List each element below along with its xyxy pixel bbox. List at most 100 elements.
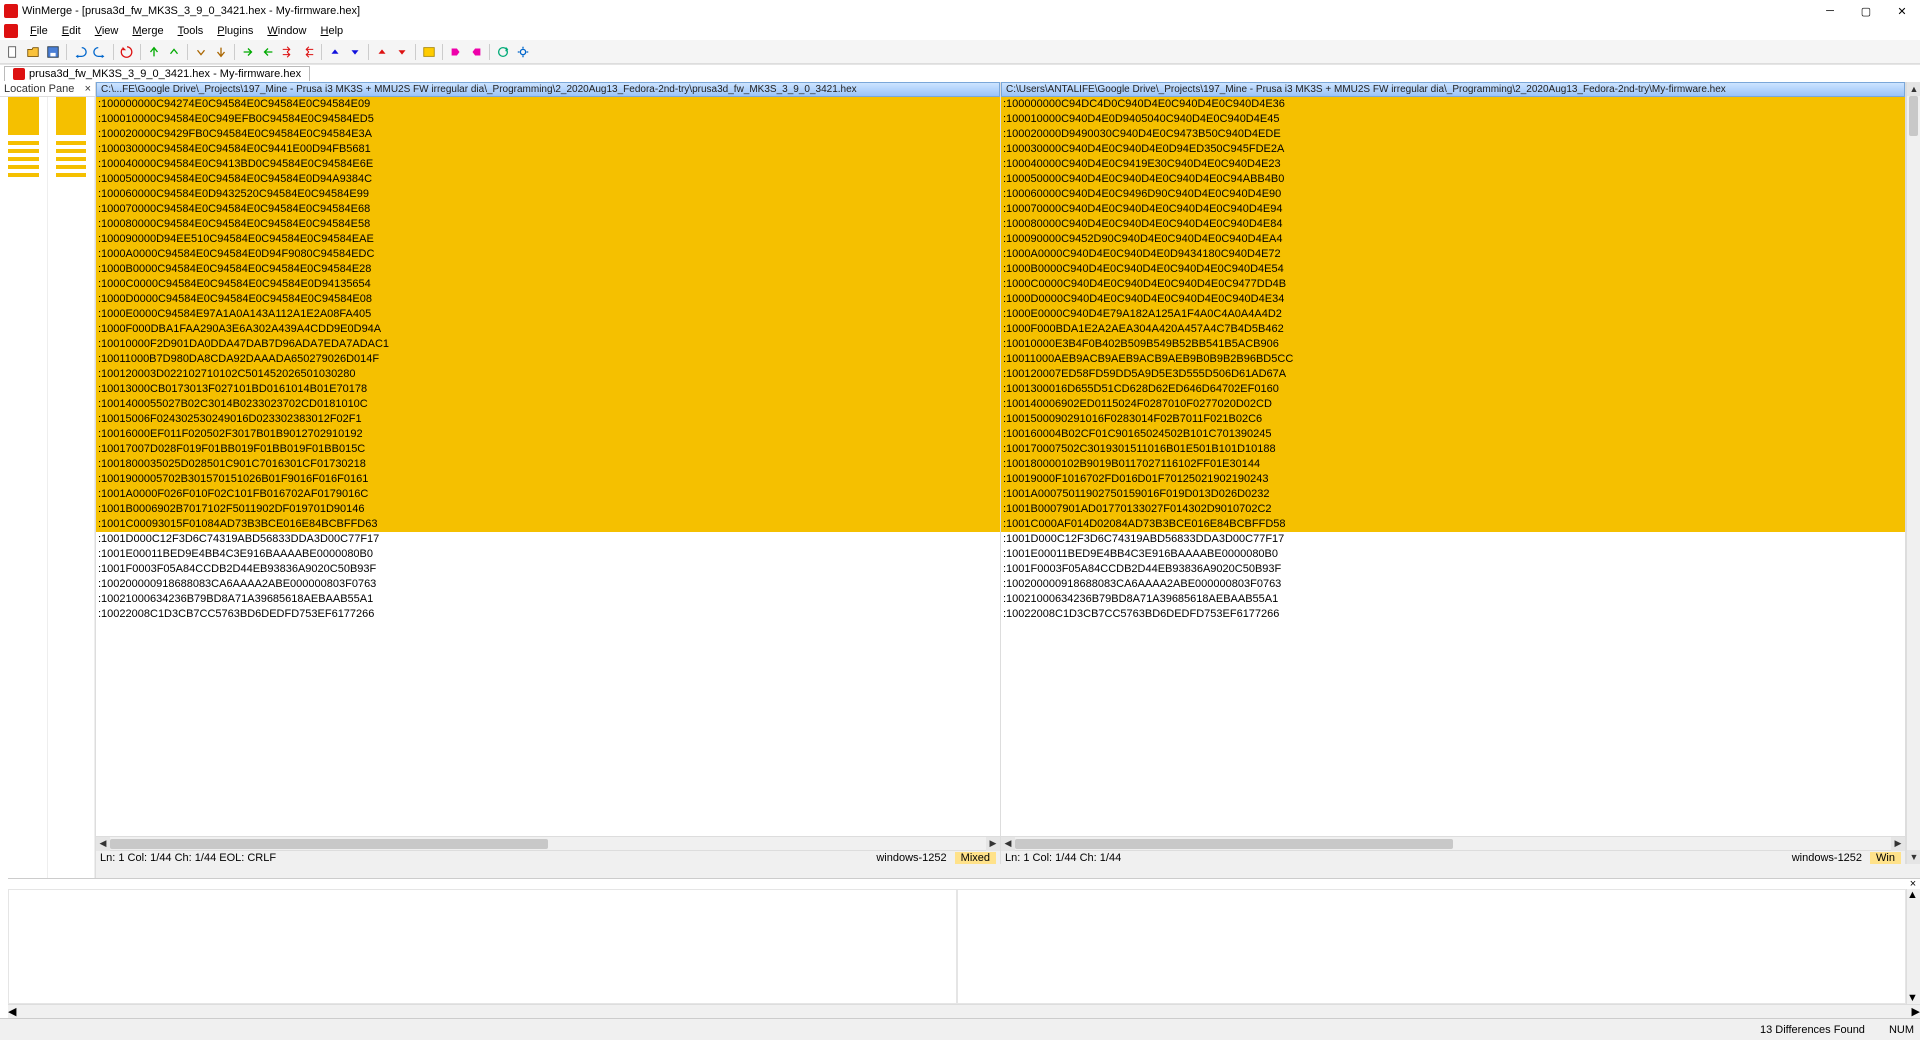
doc-system-icon[interactable] bbox=[4, 24, 18, 38]
code-line[interactable]: :1001A00075011902750159016F019D013D026D0… bbox=[1001, 487, 1905, 502]
code-line[interactable]: :100060000C940D4E0C9496D90C940D4E0C940D4… bbox=[1001, 187, 1905, 202]
code-line[interactable]: :1001A0000F026F010F02C101FB016702AF01790… bbox=[96, 487, 1000, 502]
vertical-scrollbar[interactable]: ▲ ▼ bbox=[1906, 82, 1920, 864]
diff-next-icon[interactable] bbox=[192, 43, 210, 61]
code-line[interactable]: :1000D0000C94584E0C94584E0C94584E0C94584… bbox=[96, 292, 1000, 307]
menu-edit[interactable]: Edit bbox=[56, 25, 87, 37]
copy-right-icon[interactable] bbox=[239, 43, 257, 61]
code-line[interactable]: :1000E0000C94584E97A1A0A143A112A1E2A08FA… bbox=[96, 307, 1000, 322]
next-conflict-icon[interactable] bbox=[346, 43, 364, 61]
code-line[interactable]: :1001F0003F05A84CCDB2D44EB93836A9020C50B… bbox=[1001, 562, 1905, 577]
maximize-button[interactable]: ▢ bbox=[1848, 0, 1884, 22]
scroll-left-icon[interactable]: ◀ bbox=[96, 837, 110, 851]
menu-help[interactable]: Help bbox=[315, 25, 350, 37]
code-line[interactable]: :1000F000DBA1FAA290A3E6A302A439A4CDD9E0D… bbox=[96, 322, 1000, 337]
code-line[interactable]: :1001C00093015F01084AD73B3BCE016E84BCBFF… bbox=[96, 517, 1000, 532]
menu-window[interactable]: Window bbox=[261, 25, 312, 37]
code-line[interactable]: :10010000E3B4F0B402B509B549B52BB541B5ACB… bbox=[1001, 337, 1905, 352]
menu-view[interactable]: View bbox=[89, 25, 125, 37]
code-line[interactable]: :10017007D028F019F01BB019F01BB019F01BB01… bbox=[96, 442, 1000, 457]
code-line[interactable]: :1001B0007901AD01770133027F014302D901070… bbox=[1001, 502, 1905, 517]
code-line[interactable]: :100160004B02CF01C90165024502B101C701390… bbox=[1001, 427, 1905, 442]
code-line[interactable]: :1000F000BDA1E2A2AEA304A420A457A4C7B4D5B… bbox=[1001, 322, 1905, 337]
diff-hscroll[interactable]: ◀ ▶ bbox=[8, 1004, 1920, 1018]
code-line[interactable]: :10022008C1D3CB7CC5763BD6DEDFD753EF61772… bbox=[96, 607, 1000, 622]
code-line[interactable]: :1000C0000C94584E0C94584E0C94584E0D94135… bbox=[96, 277, 1000, 292]
left-editor[interactable]: :100000000C94274E0C94584E0C94584E0C94584… bbox=[96, 97, 1000, 836]
merge-left-icon[interactable] bbox=[467, 43, 485, 61]
merge-right-icon[interactable] bbox=[447, 43, 465, 61]
code-line[interactable]: :100180000102B9019B0117027116102FF01E301… bbox=[1001, 457, 1905, 472]
scroll-right-icon[interactable]: ▶ bbox=[1891, 837, 1905, 851]
marker-prev-icon[interactable] bbox=[373, 43, 391, 61]
code-line[interactable]: :100080000C940D4E0C940D4E0C940D4E0C940D4… bbox=[1001, 217, 1905, 232]
settings-icon[interactable] bbox=[514, 43, 532, 61]
code-line[interactable]: :1000B0000C940D4E0C940D4E0C940D4E0C940D4… bbox=[1001, 262, 1905, 277]
code-line[interactable]: :1001800035025D028501C901C7016301CF01730… bbox=[96, 457, 1000, 472]
code-line[interactable]: :100200000918688083CA6AAAA2ABE000000803F… bbox=[96, 577, 1000, 592]
code-line[interactable]: :10011000AEB9ACB9AEB9ACB9AEB9B0B9B2B96BD… bbox=[1001, 352, 1905, 367]
code-line[interactable]: :10015006F024302530249016D023302383012F0… bbox=[96, 412, 1000, 427]
code-line[interactable]: :100040000C940D4E0C9419E30C940D4E0C940D4… bbox=[1001, 157, 1905, 172]
code-line[interactable]: :100050000C94584E0C94584E0C94584E0D94A93… bbox=[96, 172, 1000, 187]
code-line[interactable]: :100050000C940D4E0C940D4E0C940D4E0C94ABB… bbox=[1001, 172, 1905, 187]
code-line[interactable]: :10021000634236B79BD8A71A39685618AEBAAB5… bbox=[1001, 592, 1905, 607]
code-line[interactable]: :1001F0003F05A84CCDB2D44EB93836A9020C50B… bbox=[96, 562, 1000, 577]
scroll-left-icon[interactable]: ◀ bbox=[8, 1005, 16, 1018]
code-line[interactable]: :10010000F2D901DA0DDA47DAB7D96ADA7EDA7AD… bbox=[96, 337, 1000, 352]
code-line[interactable]: :100010000C940D4E0D9405040C940D4E0C940D4… bbox=[1001, 112, 1905, 127]
scroll-right-icon[interactable]: ▶ bbox=[986, 837, 1000, 851]
code-line[interactable]: :100060000C94584E0D9432520C94584E0C94584… bbox=[96, 187, 1000, 202]
diff-left-view[interactable] bbox=[8, 889, 957, 1004]
scroll-right-icon[interactable]: ▶ bbox=[1912, 1005, 1920, 1018]
marker-next-icon[interactable] bbox=[393, 43, 411, 61]
code-line[interactable]: :1001D000C12F3D6C74319ABD56833DDA3D00C77… bbox=[1001, 532, 1905, 547]
scroll-up-icon[interactable]: ▲ bbox=[1907, 82, 1920, 96]
redo-icon[interactable] bbox=[91, 43, 109, 61]
code-line[interactable]: :1001D000C12F3D6C74319ABD56833DDA3D00C77… bbox=[96, 532, 1000, 547]
left-hscroll[interactable]: ◀ ▶ bbox=[96, 836, 1000, 850]
right-hscroll[interactable]: ◀ ▶ bbox=[1001, 836, 1905, 850]
code-line[interactable]: :100200000918688083CA6AAAA2ABE000000803F… bbox=[1001, 577, 1905, 592]
menu-merge[interactable]: Merge bbox=[126, 25, 169, 37]
copy-left-all-icon[interactable] bbox=[299, 43, 317, 61]
code-line[interactable]: :100040000C94584E0C9413BD0C94584E0C94584… bbox=[96, 157, 1000, 172]
diff-prev-icon[interactable] bbox=[165, 43, 183, 61]
close-button[interactable]: ✕ bbox=[1884, 0, 1920, 22]
code-line[interactable]: :1000A0000C94584E0C94584E0D94F9080C94584… bbox=[96, 247, 1000, 262]
code-line[interactable]: :100030000C940D4E0C940D4E0D94ED350C945FD… bbox=[1001, 142, 1905, 157]
scroll-up-icon[interactable]: ▲ bbox=[1907, 889, 1918, 901]
copy-left-icon[interactable] bbox=[259, 43, 277, 61]
code-line[interactable]: :100030000C94584E0C94584E0C9441E00D94FB5… bbox=[96, 142, 1000, 157]
menu-tools[interactable]: Tools bbox=[172, 25, 210, 37]
copy-right-all-icon[interactable] bbox=[279, 43, 297, 61]
scroll-down-icon[interactable]: ▼ bbox=[1907, 992, 1918, 1004]
menu-plugins[interactable]: Plugins bbox=[211, 25, 259, 37]
code-line[interactable]: :100000000C94DC4D0C940D4E0C940D4E0C940D4… bbox=[1001, 97, 1905, 112]
code-line[interactable]: :100070000C94584E0C94584E0C94584E0C94584… bbox=[96, 202, 1000, 217]
prev-conflict-icon[interactable] bbox=[326, 43, 344, 61]
code-line[interactable]: :100000000C94274E0C94584E0C94584E0C94584… bbox=[96, 97, 1000, 112]
code-line[interactable]: :1000A0000C940D4E0C940D4E0D9434180C940D4… bbox=[1001, 247, 1905, 262]
options-icon[interactable] bbox=[420, 43, 438, 61]
code-line[interactable]: :10016000EF011F020502F3017B01B9012702910… bbox=[96, 427, 1000, 442]
code-line[interactable]: :100080000C94584E0C94584E0C94584E0C94584… bbox=[96, 217, 1000, 232]
diff-last-icon[interactable] bbox=[212, 43, 230, 61]
reload-icon[interactable] bbox=[118, 43, 136, 61]
code-line[interactable]: :100090000D94EE510C94584E0C94584E0C94584… bbox=[96, 232, 1000, 247]
diff-first-icon[interactable] bbox=[145, 43, 163, 61]
code-line[interactable]: :1001300016D655D51CD628D62ED646D64702EF0… bbox=[1001, 382, 1905, 397]
diff-vscroll[interactable]: ▲ ▼ bbox=[1906, 889, 1920, 1004]
menu-file[interactable]: FFileile bbox=[24, 25, 54, 37]
new-icon[interactable] bbox=[4, 43, 22, 61]
code-line[interactable]: :1000E0000C940D4E79A182A125A1F4A0C4A0A4A… bbox=[1001, 307, 1905, 322]
right-editor[interactable]: :100000000C94DC4D0C940D4E0C940D4E0C940D4… bbox=[1001, 97, 1905, 836]
code-line[interactable]: :100020000D9490030C940D4E0C9473B50C940D4… bbox=[1001, 127, 1905, 142]
code-line[interactable]: :1000D0000C940D4E0C940D4E0C940D4E0C940D4… bbox=[1001, 292, 1905, 307]
location-pane-close-icon[interactable]: × bbox=[85, 83, 91, 95]
code-line[interactable]: :10011000B7D980DA8CDA92DAAADA650279026D0… bbox=[96, 352, 1000, 367]
code-line[interactable]: :100010000C94584E0C949EFB0C94584E0C94584… bbox=[96, 112, 1000, 127]
open-icon[interactable] bbox=[24, 43, 42, 61]
code-line[interactable]: :100090000C9452D90C940D4E0C940D4E0C940D4… bbox=[1001, 232, 1905, 247]
code-line[interactable]: :100120003D022102710102C5014520265010302… bbox=[96, 367, 1000, 382]
